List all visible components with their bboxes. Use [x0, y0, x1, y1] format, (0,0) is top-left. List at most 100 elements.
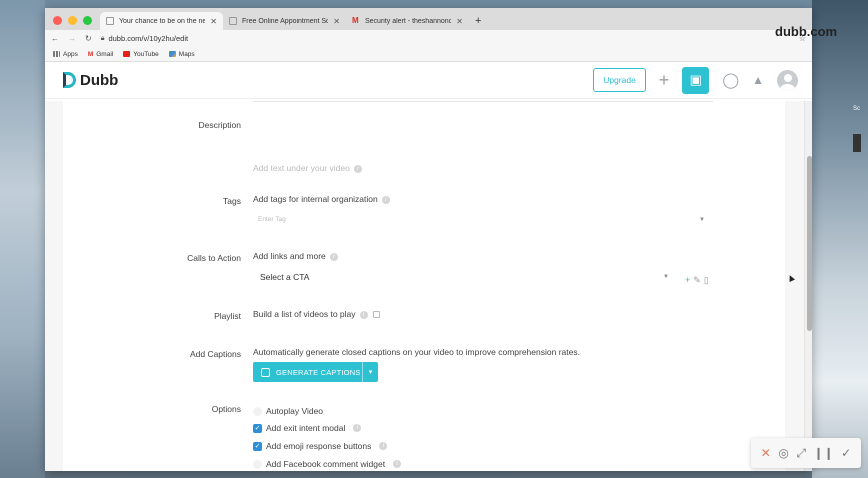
info-icon[interactable]: i [353, 164, 362, 173]
playlist-label: Playlist [214, 311, 241, 321]
bookmark-gmail[interactable]: M Gmail [88, 51, 113, 58]
maps-icon [168, 51, 176, 57]
chevron-down-icon[interactable]: ▼ [699, 217, 705, 223]
close-tab-icon[interactable]: ✕ [210, 17, 217, 26]
generate-captions-button[interactable]: GENERATE CAPTIONS ▾ [253, 362, 378, 382]
logo-text: Dubb [80, 71, 119, 89]
tags-hint: Add tags for internal organization i [253, 194, 390, 204]
cta-hint: Add links and more i [253, 251, 338, 261]
app-header: Dubb Upgrade + ▣ ◯ ▲ [45, 62, 812, 99]
lock-icon: 🔒︎ [100, 34, 105, 42]
gmail-icon: M [352, 16, 359, 25]
apps-grid-icon [53, 51, 60, 57]
option-label: Add emoji response buttons [266, 441, 372, 451]
option-autoplay[interactable]: Autoplay Video [253, 406, 323, 416]
dubb-logo[interactable]: Dubb [63, 72, 118, 89]
generate-captions-label: GENERATE CAPTIONS [276, 367, 361, 377]
padlock-icon [261, 367, 270, 377]
scrollbar[interactable] [804, 101, 812, 471]
back-icon[interactable]: ← [51, 34, 59, 43]
window-controls [45, 15, 100, 25]
option-emoji-buttons[interactable]: ✓ Add emoji response buttons i [253, 441, 388, 451]
browser-window: Your chance to be on the next ✕ Free Onl… [45, 8, 812, 471]
expand-icon[interactable]: ⤢ [796, 446, 806, 461]
avatar[interactable] [777, 69, 798, 91]
checkbox[interactable]: ✓ [253, 441, 262, 451]
recording-toolbar: ✕ ◎ ⤢ ❙❙ ✓ [751, 438, 861, 468]
info-icon[interactable]: i [353, 424, 362, 432]
desktop-widget [853, 134, 861, 152]
info-icon[interactable]: i [393, 460, 402, 468]
option-label: Add exit intent modal [266, 423, 346, 433]
dubb-logo-icon [63, 72, 76, 88]
gift-icon[interactable]: ▣ [682, 66, 710, 94]
bookmark-label: Apps [63, 50, 78, 58]
padlock-icon [372, 311, 380, 319]
info-icon[interactable]: i [329, 252, 338, 261]
option-label: Autoplay Video [266, 406, 324, 416]
close-tab-icon[interactable]: ✕ [456, 17, 463, 26]
browser-tab[interactable]: M Security alert - theshannonch ✕ [346, 12, 469, 30]
address-bar[interactable]: 🔒︎ dubb.com/v/10y2hu/edit [101, 32, 790, 45]
checkbox[interactable] [253, 459, 262, 469]
tab-title: Security alert - theshannonch [365, 17, 452, 25]
webcam-icon[interactable]: ◎ [778, 446, 788, 460]
tags-input[interactable]: Enter Tag [258, 216, 286, 223]
captions-hint: Automatically generate closed captions o… [253, 347, 580, 357]
edit-form-panel: Description Add text under your video i T… [63, 101, 785, 471]
bookmark-label: YouTube [133, 50, 159, 58]
info-icon[interactable]: i [379, 442, 388, 450]
add-icon[interactable]: + [659, 71, 670, 89]
reload-icon[interactable]: ↻ [85, 34, 92, 43]
pause-icon[interactable]: ❙❙ [814, 446, 834, 460]
checkbox[interactable]: ✓ [253, 423, 262, 433]
bookmark-label: Gmail [96, 50, 114, 58]
bookmark-label: Maps [178, 50, 195, 58]
option-exit-intent[interactable]: ✓ Add exit intent modal i [253, 423, 362, 433]
description-placeholder: Add text under your video [253, 163, 350, 173]
cta-label: Calls to Action [187, 253, 241, 263]
trash-icon[interactable]: ▯ [704, 275, 709, 286]
zoom-window-button[interactable] [83, 15, 92, 25]
forward-icon[interactable]: → [68, 34, 76, 43]
new-tab-button[interactable]: + [469, 12, 487, 30]
gmail-icon: M [87, 50, 94, 58]
bookmarks-bar: Apps M Gmail YouTube Maps [45, 47, 812, 62]
chevron-down-icon[interactable]: ▼ [663, 274, 669, 280]
chevron-down-icon[interactable]: ▾ [362, 362, 378, 382]
description-label: Description [198, 120, 241, 130]
page-content: Description Add text under your video i T… [45, 101, 804, 471]
page-icon [229, 17, 237, 25]
chat-icon[interactable]: ◯ [722, 73, 739, 88]
add-cta-icon[interactable]: + [685, 275, 690, 286]
checkmark-icon[interactable]: ✓ [841, 446, 851, 460]
upgrade-button[interactable]: Upgrade [593, 68, 646, 92]
browser-toolbar: ← → ↻ 🔒︎ dubb.com/v/10y2hu/edit ☆ [45, 30, 812, 47]
info-icon[interactable]: i [381, 195, 390, 204]
scrollbar-thumb[interactable] [806, 156, 812, 331]
playlist-hint-text: Build a list of videos to play [253, 309, 356, 319]
cta-select[interactable]: Select a CTA [260, 272, 309, 282]
watermark: dubb.com [775, 24, 838, 39]
close-window-button[interactable] [53, 15, 62, 25]
cta-tools: + ✎ ▯ [685, 275, 709, 286]
minimize-window-button[interactable] [68, 15, 77, 25]
bookmark-maps[interactable]: Maps [168, 50, 195, 58]
tags-hint-text: Add tags for internal organization [253, 194, 378, 204]
tags-label: Tags [223, 196, 241, 206]
playlist-hint: Build a list of videos to play i [253, 309, 380, 319]
browser-tab[interactable]: Your chance to be on the next ✕ [100, 12, 223, 30]
bookmark-apps[interactable]: Apps [53, 51, 78, 58]
youtube-icon [123, 51, 131, 57]
options-label: Options [211, 404, 241, 414]
close-tab-icon[interactable]: ✕ [333, 17, 340, 26]
browser-tab[interactable]: Free Online Appointment Sche ✕ [223, 12, 346, 30]
description-field[interactable]: Add text under your video i [253, 163, 362, 173]
bookmark-youtube[interactable]: YouTube [123, 51, 159, 58]
bell-icon[interactable]: ▲ [752, 74, 764, 86]
option-facebook-comments[interactable]: Add Facebook comment widget i [253, 459, 402, 469]
info-icon[interactable]: i [359, 310, 368, 319]
checkbox[interactable] [253, 406, 262, 416]
edit-pencil-icon[interactable]: ✎ [693, 275, 701, 286]
close-icon[interactable]: ✕ [761, 446, 771, 460]
